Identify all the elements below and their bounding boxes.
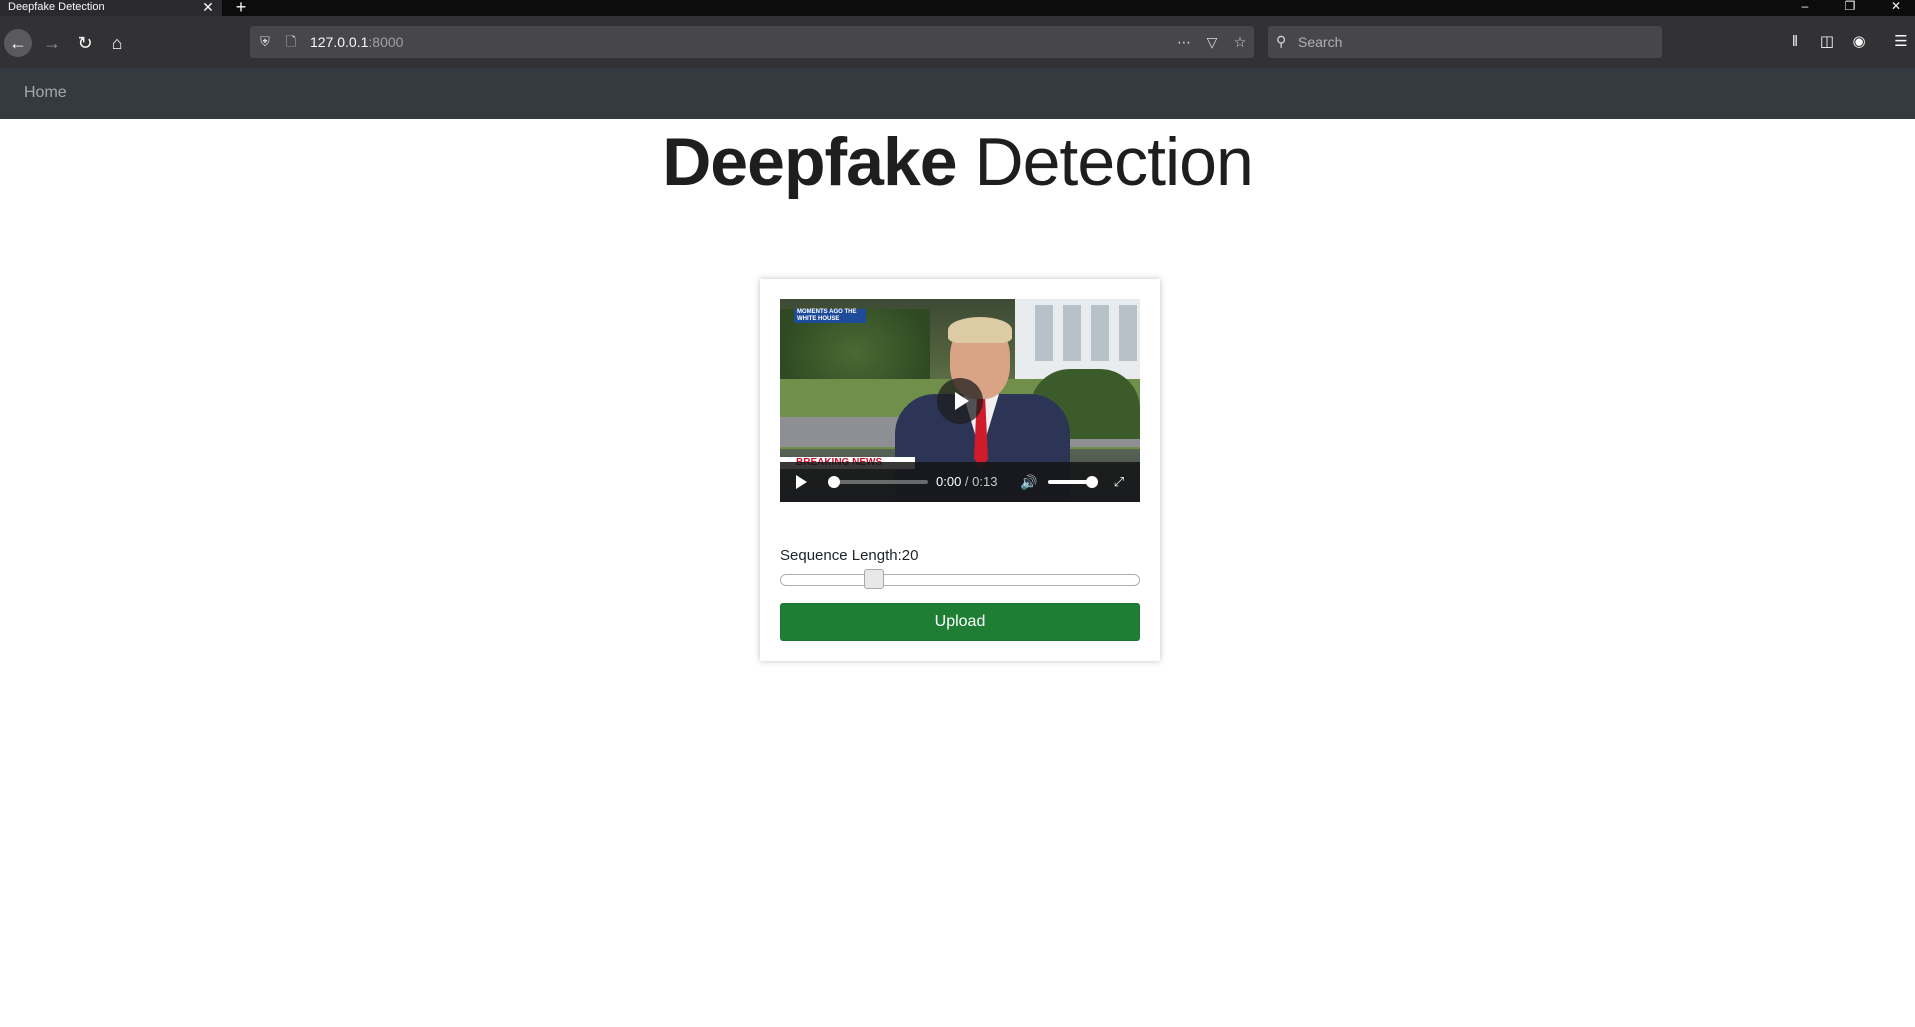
sequence-length-thumb[interactable] xyxy=(864,569,884,589)
restore-window-icon[interactable]: ❐ xyxy=(1840,0,1860,14)
url-text[interactable]: 127.0.0.1:8000 xyxy=(310,33,403,51)
browser-tab-strip: Deepfake Detection ✕ + – ❐ ✕ xyxy=(0,0,1915,16)
video-frame-window xyxy=(1035,305,1053,361)
seek-bar[interactable] xyxy=(828,480,928,484)
time-display: 0:00 / 0:13 xyxy=(936,474,998,489)
video-frame-window xyxy=(1119,305,1137,361)
video-news-badge: MOMENTS AGO THE WHITE HOUSE xyxy=(794,309,866,323)
page-actions-icon[interactable]: ⋯ xyxy=(1174,33,1194,51)
fullscreen-icon[interactable]: ⤢ xyxy=(1110,473,1128,491)
url-bar[interactable]: ⛨ 🗋 127.0.0.1:8000 ⋯ ▽ ☆ xyxy=(250,26,1254,58)
pocket-icon[interactable]: ▽ xyxy=(1202,33,1222,51)
big-play-icon[interactable] xyxy=(937,378,983,424)
video-controls: 0:00 / 0:13 🔊 ⤢ xyxy=(780,462,1140,502)
video-frame-window xyxy=(1063,305,1081,361)
volume-thumb[interactable] xyxy=(1086,476,1098,488)
sequence-length-label: Sequence Length:20 xyxy=(780,547,919,564)
home-icon[interactable]: ⌂ xyxy=(103,29,131,57)
sequence-length-slider[interactable] xyxy=(780,569,1140,589)
close-window-icon[interactable]: ✕ xyxy=(1886,0,1906,14)
page-info-icon[interactable]: 🗋 xyxy=(282,33,300,51)
shield-icon[interactable]: ⛨ xyxy=(256,33,274,51)
video-frame-building xyxy=(1015,299,1140,379)
bookmark-star-icon[interactable]: ☆ xyxy=(1230,33,1250,51)
search-input[interactable]: Search xyxy=(1298,33,1342,51)
search-icon: ⚲ xyxy=(1276,33,1287,49)
minimize-window-icon[interactable]: – xyxy=(1795,0,1815,14)
page-title-bold: Deepfake xyxy=(662,124,957,200)
tab-title: Deepfake Detection xyxy=(8,1,105,13)
video-player[interactable]: MOMENTS AGO THE WHITE HOUSE BREAKING NEW… xyxy=(780,299,1140,502)
seek-thumb[interactable] xyxy=(828,476,840,488)
back-icon[interactable]: ← xyxy=(4,29,32,57)
site-navbar: Home xyxy=(0,68,1915,119)
browser-toolbar: ← → ↻ ⌂ ⛨ 🗋 127.0.0.1:8000 ⋯ ▽ ☆ ⚲ Searc… xyxy=(0,16,1915,68)
new-tab-button[interactable]: + xyxy=(232,0,250,16)
close-tab-icon[interactable]: ✕ xyxy=(200,0,216,16)
video-frame-hair xyxy=(948,317,1012,343)
video-frame-window xyxy=(1091,305,1109,361)
menu-icon[interactable]: ☰ xyxy=(1890,31,1912,53)
browser-tab[interactable]: Deepfake Detection ✕ xyxy=(0,0,222,16)
page-title-light: Detection xyxy=(974,124,1254,200)
forward-icon[interactable]: → xyxy=(38,29,66,57)
upload-card: MOMENTS AGO THE WHITE HOUSE BREAKING NEW… xyxy=(760,279,1160,661)
sidebar-icon[interactable]: ◫ xyxy=(1816,31,1838,53)
nav-home-link[interactable]: Home xyxy=(24,82,67,104)
volume-icon[interactable]: 🔊 xyxy=(1020,473,1038,491)
search-bar[interactable]: ⚲ Search xyxy=(1268,26,1662,58)
play-icon[interactable] xyxy=(796,475,807,489)
upload-button[interactable]: Upload xyxy=(780,603,1140,641)
library-icon[interactable]: ‖ xyxy=(1784,31,1806,53)
volume-slider[interactable] xyxy=(1048,480,1090,484)
account-icon[interactable]: ◉ xyxy=(1848,31,1870,53)
reload-icon[interactable]: ↻ xyxy=(71,29,99,57)
page-title: Deepfake Detection xyxy=(0,124,1915,200)
